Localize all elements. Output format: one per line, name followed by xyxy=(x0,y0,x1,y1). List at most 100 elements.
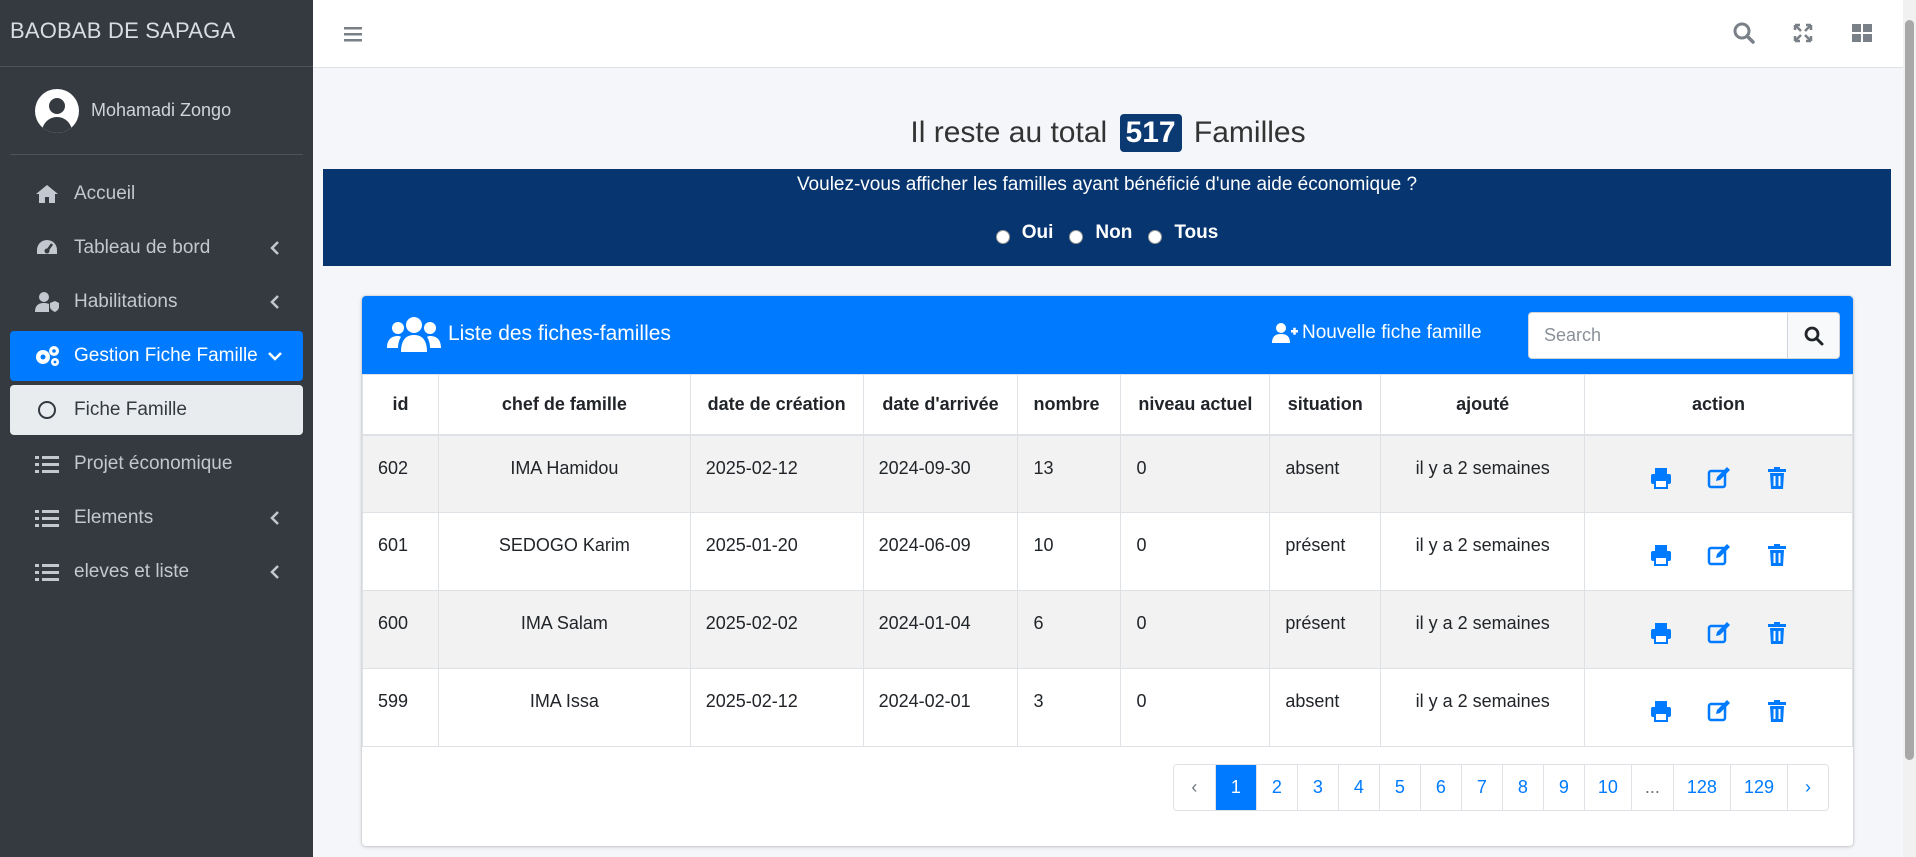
pagination-page[interactable]: 1 xyxy=(1214,765,1256,810)
cell-nombre: 6 xyxy=(1017,590,1122,669)
cell-date-arrivee: 2024-06-09 xyxy=(862,512,1019,591)
sidebar-item-label: Gestion Fiche Famille xyxy=(74,345,258,366)
sidebar-item-gestion-fiche-famille[interactable]: Gestion Fiche Famille xyxy=(10,331,303,381)
user-panel[interactable]: Mohamadi Zongo xyxy=(10,67,303,155)
card-title: Liste des fiches-familles xyxy=(386,314,671,354)
cell-date-creation: 2025-02-02 xyxy=(689,590,864,669)
home-icon xyxy=(34,183,60,205)
trash-icon[interactable] xyxy=(1765,699,1789,723)
chevron-left-icon xyxy=(265,562,285,582)
pagination-page[interactable]: 129 xyxy=(1729,765,1787,810)
pagination-page[interactable]: 6 xyxy=(1419,765,1461,810)
families-table: id chef de famille date de création date… xyxy=(362,374,1853,747)
column-header[interactable]: date d'arrivée xyxy=(862,374,1019,436)
print-icon[interactable] xyxy=(1649,699,1673,723)
pagination-page[interactable]: 4 xyxy=(1337,765,1379,810)
pagination-page[interactable]: 3 xyxy=(1296,765,1338,810)
sidebar-item-eleves-et-liste[interactable]: eleves et liste xyxy=(10,547,303,597)
search-button[interactable] xyxy=(1788,312,1840,359)
search-icon[interactable] xyxy=(1731,20,1757,46)
sidebar: BAOBAB DE SAPAGA Mohamadi Zongo Accueil … xyxy=(0,0,313,857)
pagination-page[interactable]: 128 xyxy=(1672,765,1730,810)
scrollbar-thumb[interactable] xyxy=(1905,20,1914,760)
cell-situation: absent xyxy=(1269,434,1382,513)
sidebar-item-label: Habilitations xyxy=(74,291,178,312)
search-input[interactable] xyxy=(1528,312,1788,359)
grid-icon[interactable] xyxy=(1849,20,1875,46)
cell-chef: IMA Issa xyxy=(437,668,691,747)
radio-button[interactable] xyxy=(1069,230,1084,244)
column-header[interactable]: niveau actuel xyxy=(1120,374,1271,436)
pagination-page[interactable]: 8 xyxy=(1501,765,1543,810)
cell-niveau: 0 xyxy=(1120,512,1271,591)
trash-icon[interactable] xyxy=(1765,543,1789,567)
column-header[interactable]: nombre xyxy=(1017,374,1122,436)
sidebar-item-habilitations[interactable]: Habilitations xyxy=(10,277,303,327)
total-families-headline: Il reste au total 517 Familles xyxy=(313,114,1903,152)
list-icon xyxy=(34,561,60,583)
cell-date-arrivee: 2024-01-04 xyxy=(862,590,1019,669)
sidebar-item-label: eleves et liste xyxy=(74,561,190,582)
cell-date-creation: 2025-01-20 xyxy=(689,512,864,591)
column-header[interactable]: id xyxy=(362,374,439,436)
radio-tous[interactable]: Tous xyxy=(1148,222,1218,244)
cell-ajoute: il y a 2 semaines xyxy=(1380,512,1586,591)
column-header[interactable]: situation xyxy=(1269,374,1382,436)
column-header[interactable]: ajouté xyxy=(1380,374,1586,436)
column-header: action xyxy=(1584,374,1853,436)
pagination-next[interactable]: › xyxy=(1787,765,1828,810)
column-header[interactable]: chef de famille xyxy=(437,374,691,436)
sidebar-item-projet-economique[interactable]: Projet économique xyxy=(10,439,303,489)
edit-icon[interactable] xyxy=(1707,699,1731,723)
menu-icon[interactable] xyxy=(341,22,365,46)
radio-label: Oui xyxy=(1021,222,1054,243)
radio-label: Non xyxy=(1095,222,1133,243)
cell-date-arrivee: 2024-02-01 xyxy=(862,668,1019,747)
user-plus-icon xyxy=(1272,322,1298,344)
cell-chef: IMA Hamidou xyxy=(437,434,691,513)
cell-situation: présent xyxy=(1269,512,1382,591)
filter-radio-group: Oui Non Tous xyxy=(323,222,1891,244)
table-row: 599 IMA Issa 2025-02-12 2024-02-01 3 0 a… xyxy=(362,668,1853,747)
column-header[interactable]: date de création xyxy=(689,374,864,436)
user-shield-icon xyxy=(34,291,60,313)
cell-id: 602 xyxy=(362,434,439,513)
page-scrollbar[interactable] xyxy=(1903,0,1916,857)
families-card: Liste des fiches-familles Nouvelle fiche… xyxy=(362,296,1853,846)
print-icon[interactable] xyxy=(1649,466,1673,490)
edit-icon[interactable] xyxy=(1707,543,1731,567)
pagination-page[interactable]: 10 xyxy=(1583,765,1631,810)
brand-title[interactable]: BAOBAB DE SAPAGA xyxy=(0,0,313,67)
edit-icon[interactable] xyxy=(1707,466,1731,490)
pagination-page[interactable]: 5 xyxy=(1378,765,1420,810)
user-name: Mohamadi Zongo xyxy=(91,100,232,120)
cell-chef: IMA Salam xyxy=(437,590,691,669)
new-family-button[interactable]: Nouvelle fiche famille xyxy=(1272,322,1482,344)
trash-icon[interactable] xyxy=(1765,466,1789,490)
headline-prefix: Il reste au total xyxy=(910,116,1108,149)
users-icon xyxy=(386,314,442,354)
card-header: Liste des fiches-familles Nouvelle fiche… xyxy=(362,296,1853,374)
pagination-page[interactable]: 2 xyxy=(1255,765,1297,810)
edit-icon[interactable] xyxy=(1707,621,1731,645)
trash-icon[interactable] xyxy=(1765,621,1789,645)
cell-date-creation: 2025-02-12 xyxy=(689,668,864,747)
tachometer-icon xyxy=(34,237,60,259)
sidebar-item-label: Accueil xyxy=(74,183,136,204)
radio-oui[interactable]: Oui xyxy=(995,222,1054,244)
sidebar-item-accueil[interactable]: Accueil xyxy=(10,169,303,219)
pagination-prev[interactable]: ‹ xyxy=(1173,765,1215,810)
pagination-ellipsis: ... xyxy=(1630,765,1673,810)
radio-button[interactable] xyxy=(1148,230,1163,244)
chevron-left-icon xyxy=(265,292,285,312)
print-icon[interactable] xyxy=(1649,621,1673,645)
pagination-page[interactable]: 7 xyxy=(1460,765,1502,810)
sidebar-item-tableau-de-bord[interactable]: Tableau de bord xyxy=(10,223,303,273)
sidebar-item-elements[interactable]: Elements xyxy=(10,493,303,543)
radio-non[interactable]: Non xyxy=(1069,222,1132,244)
print-icon[interactable] xyxy=(1649,543,1673,567)
fullscreen-icon[interactable] xyxy=(1790,20,1816,46)
sidebar-item-fiche-famille[interactable]: Fiche Famille xyxy=(10,385,303,435)
pagination-page[interactable]: 9 xyxy=(1542,765,1584,810)
radio-button[interactable] xyxy=(995,230,1010,244)
